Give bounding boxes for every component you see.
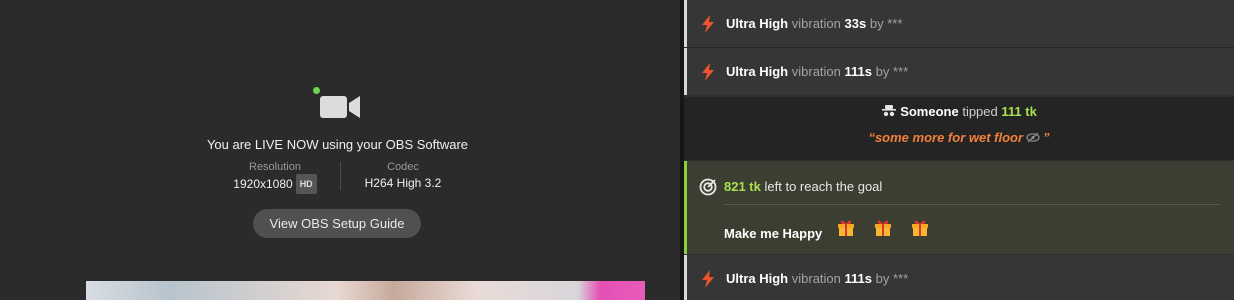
lightning-icon [702, 15, 714, 33]
event-by: by [869, 16, 884, 31]
event-duration: 111s [844, 271, 873, 286]
goal-text: left to reach the goal [764, 179, 883, 194]
hidden-eye-icon [1026, 132, 1040, 143]
vibration-event: Ultra High vibration 111s by *** [684, 255, 1234, 300]
goal-title: Make me Happy [724, 226, 823, 241]
event-text: Ultra High vibration 33s by *** [726, 0, 902, 47]
video-camera-icon [320, 96, 360, 118]
tip-amount: 111 tk [1001, 104, 1037, 119]
vibration-event: Ultra High vibration 111s by *** [684, 48, 1234, 95]
spec-divider [340, 162, 341, 190]
resolution-block: Resolution 1920x1080 HD [220, 160, 330, 194]
event-type: vibration [791, 64, 841, 79]
goal-card: 821 tk left to reach the goal Make me Ha… [684, 161, 1234, 254]
event-duration: 33s [844, 16, 867, 31]
lightning-icon [702, 270, 714, 288]
anonymous-spy-icon [882, 105, 897, 117]
stream-specs: Resolution 1920x1080 HD Codec H264 High 3… [220, 160, 460, 194]
event-text: Ultra High vibration 111s by *** [726, 48, 908, 95]
resolution-text: 1920x1080 [233, 177, 293, 191]
chat-panel: Ultra High vibration 33s by *** Ultra Hi… [684, 0, 1234, 300]
event-user: *** [893, 271, 909, 286]
event-level: Ultra High [726, 64, 789, 79]
codec-value: H264 High 3.2 [364, 176, 442, 190]
lightning-icon [702, 63, 714, 81]
codec-block: Codec H264 High 3.2 [348, 160, 458, 192]
obs-setup-guide-button[interactable]: View OBS Setup Guide [253, 209, 421, 238]
event-type: vibration [791, 271, 841, 286]
event-level: Ultra High [726, 16, 789, 31]
gift-icon [912, 220, 928, 236]
gift-icon [838, 220, 854, 236]
tip-verb: tipped [962, 104, 998, 119]
goal-progress-text: 821 tk left to reach the goal [724, 178, 882, 195]
target-icon [699, 178, 717, 196]
tip-message: Someone tipped 111 tk “some more for wet… [684, 97, 1234, 160]
tipper-name: Someone [900, 104, 959, 119]
goal-amount: 821 tk [724, 179, 761, 194]
goal-divider [724, 204, 1220, 205]
event-by: by [875, 271, 890, 286]
tip-quote: “some more for wet floor ” [684, 130, 1234, 146]
broadcast-panel: You are LIVE NOW using your OBS Software… [0, 0, 680, 300]
tip-text: “some more for wet floor [868, 130, 1024, 145]
tip-text-end: ” [1043, 130, 1050, 145]
event-type: vibration [791, 16, 841, 31]
event-text: Ultra High vibration 111s by *** [726, 255, 908, 300]
hd-badge: HD [295, 174, 317, 194]
live-dot-icon [313, 87, 320, 94]
resolution-value: 1920x1080 HD [220, 174, 330, 194]
codec-label: Codec [387, 161, 419, 173]
vibration-event: Ultra High vibration 33s by *** [684, 0, 1234, 47]
event-level: Ultra High [726, 271, 789, 286]
gift-icon [875, 220, 891, 236]
event-user: *** [887, 16, 903, 31]
live-status-text: You are LIVE NOW using your OBS Software [206, 137, 469, 152]
resolution-label: Resolution [249, 161, 301, 173]
event-user: *** [893, 64, 909, 79]
event-duration: 111s [844, 64, 873, 79]
event-by: by [875, 64, 890, 79]
stream-preview [86, 281, 645, 300]
tip-line: Someone tipped 111 tk [684, 104, 1234, 120]
